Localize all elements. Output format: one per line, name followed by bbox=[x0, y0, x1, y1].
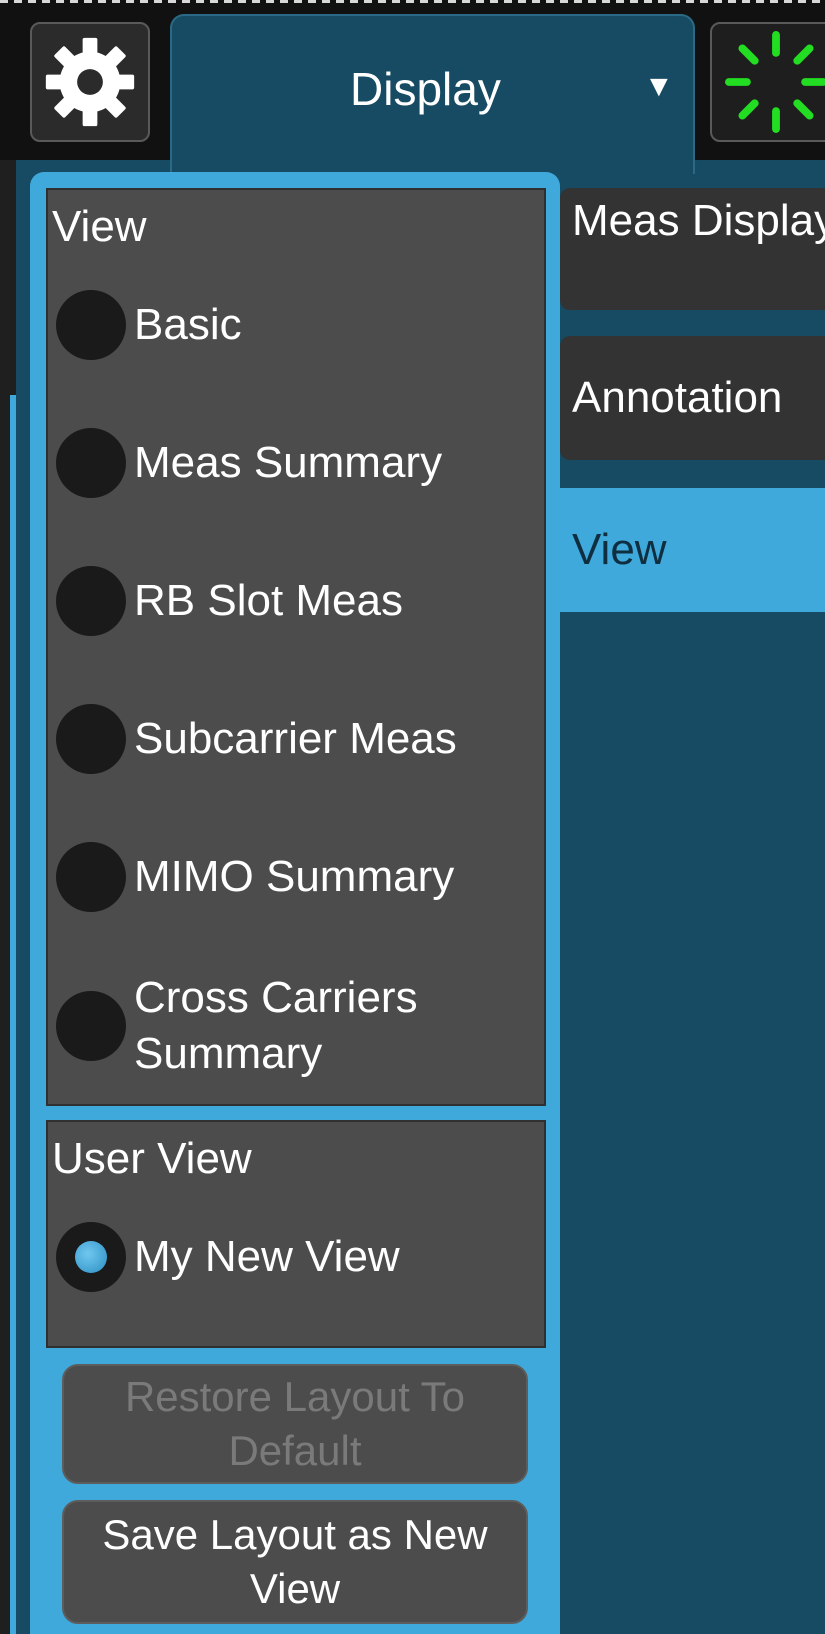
busy-indicator-button[interactable] bbox=[710, 22, 825, 142]
radio-button[interactable] bbox=[56, 566, 126, 636]
chevron-down-icon[interactable]: ▼ bbox=[644, 70, 674, 104]
save-layout-button[interactable]: Save Layout as New View bbox=[62, 1500, 528, 1624]
radio-selected-dot bbox=[75, 1241, 107, 1273]
busy-spinner-icon bbox=[725, 31, 825, 133]
top-border bbox=[0, 0, 825, 3]
display-menu-title: Display bbox=[350, 63, 501, 115]
radio-button-selected[interactable] bbox=[56, 1222, 126, 1292]
radio-button[interactable] bbox=[56, 991, 126, 1061]
radio-label: Meas Summary bbox=[134, 438, 443, 487]
radio-button[interactable] bbox=[56, 428, 126, 498]
radio-option-cross-carriers-summary[interactable]: Cross Carriers Summary bbox=[56, 970, 494, 1082]
view-group-title: View bbox=[52, 202, 147, 251]
restore-layout-button[interactable]: Restore Layout To Default bbox=[62, 1364, 528, 1484]
radio-option-mimo-summary[interactable]: MIMO Summary bbox=[56, 842, 454, 912]
settings-button[interactable] bbox=[30, 22, 150, 142]
radio-option-meas-summary[interactable]: Meas Summary bbox=[56, 428, 442, 498]
radio-option-my-new-view[interactable]: My New View bbox=[56, 1222, 400, 1292]
radio-label: MIMO Summary bbox=[134, 852, 455, 901]
left-edge-accent bbox=[10, 395, 16, 1634]
user-view-group: User View My New View bbox=[46, 1120, 546, 1348]
radio-option-basic[interactable]: Basic bbox=[56, 290, 242, 360]
view-group: View Basic Meas Summary RB Slot Meas Sub… bbox=[46, 188, 546, 1106]
radio-option-subcarrier-meas[interactable]: Subcarrier Meas bbox=[56, 704, 457, 774]
user-view-group-title: User View bbox=[52, 1134, 252, 1183]
radio-label: Subcarrier Meas bbox=[134, 714, 457, 763]
radio-label: Cross Carriers Summary bbox=[134, 973, 418, 1078]
radio-label: My New View bbox=[134, 1232, 400, 1281]
tab-view[interactable]: View bbox=[560, 488, 825, 612]
radio-label: RB Slot Meas bbox=[134, 576, 403, 625]
radio-button[interactable] bbox=[56, 290, 126, 360]
gear-icon bbox=[45, 37, 135, 127]
radio-option-rb-slot-meas[interactable]: RB Slot Meas bbox=[56, 566, 403, 636]
tab-meas-display[interactable]: Meas Display bbox=[560, 188, 825, 310]
radio-button[interactable] bbox=[56, 704, 126, 774]
radio-label: Basic bbox=[134, 300, 242, 349]
radio-button[interactable] bbox=[56, 842, 126, 912]
tab-annotation[interactable]: Annotation bbox=[560, 336, 825, 460]
